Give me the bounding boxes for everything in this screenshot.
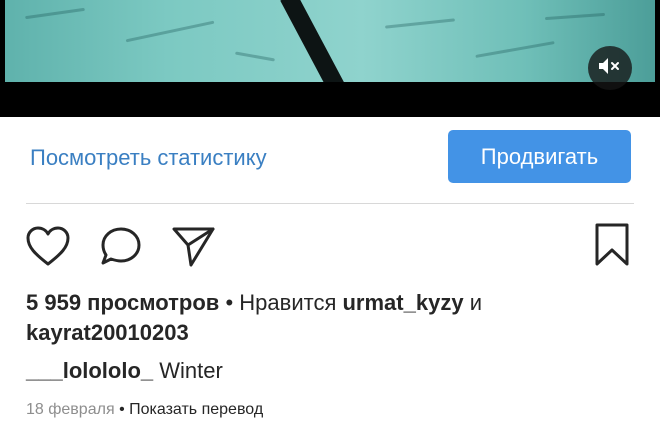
author-username[interactable]: ___lolololo_ bbox=[26, 358, 153, 383]
caption-text: Winter bbox=[159, 358, 223, 383]
likes-and: и bbox=[469, 290, 482, 315]
post-date: 18 февраля bbox=[26, 401, 115, 418]
likes-line: 5 959 просмотров • Нравится urmat_kyzy и bbox=[26, 290, 482, 316]
video-player[interactable] bbox=[0, 0, 660, 117]
snow-texture bbox=[475, 41, 555, 58]
bookmark-icon[interactable] bbox=[594, 223, 630, 272]
snow-texture bbox=[125, 20, 215, 43]
volume-muted-icon bbox=[597, 56, 623, 81]
snow-texture bbox=[544, 12, 606, 21]
comment-bubble-icon[interactable] bbox=[99, 225, 145, 274]
paper-plane-icon[interactable] bbox=[171, 224, 217, 273]
liker-username[interactable]: urmat_kyzy bbox=[342, 290, 463, 315]
ski-pole bbox=[280, 0, 348, 82]
promote-button[interactable]: Продвигать bbox=[448, 130, 631, 183]
meta-separator: • bbox=[119, 401, 125, 418]
caption-line: ___lolololo_ Winter bbox=[26, 358, 223, 384]
post-meta: 18 февраля • Показать перевод bbox=[26, 401, 263, 419]
divider bbox=[26, 203, 634, 204]
liker-username-2[interactable]: kayrat20010203 bbox=[26, 320, 189, 345]
video-frame bbox=[5, 0, 655, 82]
snow-texture bbox=[25, 7, 85, 20]
show-translation-link[interactable]: Показать перевод bbox=[129, 401, 263, 418]
view-insights-link[interactable]: Посмотреть статистику bbox=[30, 145, 267, 171]
likes-line-continued: kayrat20010203 bbox=[26, 320, 189, 346]
likes-separator: • bbox=[225, 290, 234, 315]
snow-texture bbox=[385, 18, 455, 29]
likes-prefix: Нравится bbox=[239, 290, 337, 315]
views-count[interactable]: 5 959 просмотров bbox=[26, 290, 219, 315]
mute-button[interactable] bbox=[588, 46, 632, 90]
snow-texture bbox=[235, 51, 275, 62]
heart-icon[interactable] bbox=[25, 225, 71, 272]
